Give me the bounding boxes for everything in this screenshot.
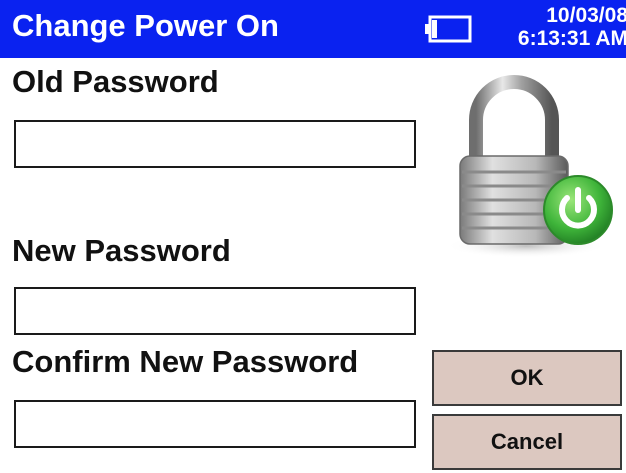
cancel-button[interactable]: Cancel	[432, 414, 622, 470]
date-text: 10/03/08	[546, 4, 626, 27]
title-bar: Change Power On 10/03/08 6:13:31 AM	[0, 0, 626, 58]
confirm-password-label: Confirm New Password	[12, 344, 359, 379]
new-password-label: New Password	[12, 233, 231, 268]
battery-icon	[425, 15, 472, 43]
new-password-input[interactable]	[14, 287, 416, 335]
padlock-power-icon	[446, 75, 613, 258]
ok-button[interactable]: OK	[432, 350, 622, 406]
old-password-input[interactable]	[14, 120, 416, 168]
window-title: Change Power On	[12, 8, 279, 43]
confirm-password-input[interactable]	[14, 400, 416, 448]
old-password-label: Old Password	[12, 64, 219, 99]
clock: 10/03/08 6:13:31 AM	[518, 4, 626, 50]
time-text: 6:13:31 AM	[517, 27, 626, 50]
